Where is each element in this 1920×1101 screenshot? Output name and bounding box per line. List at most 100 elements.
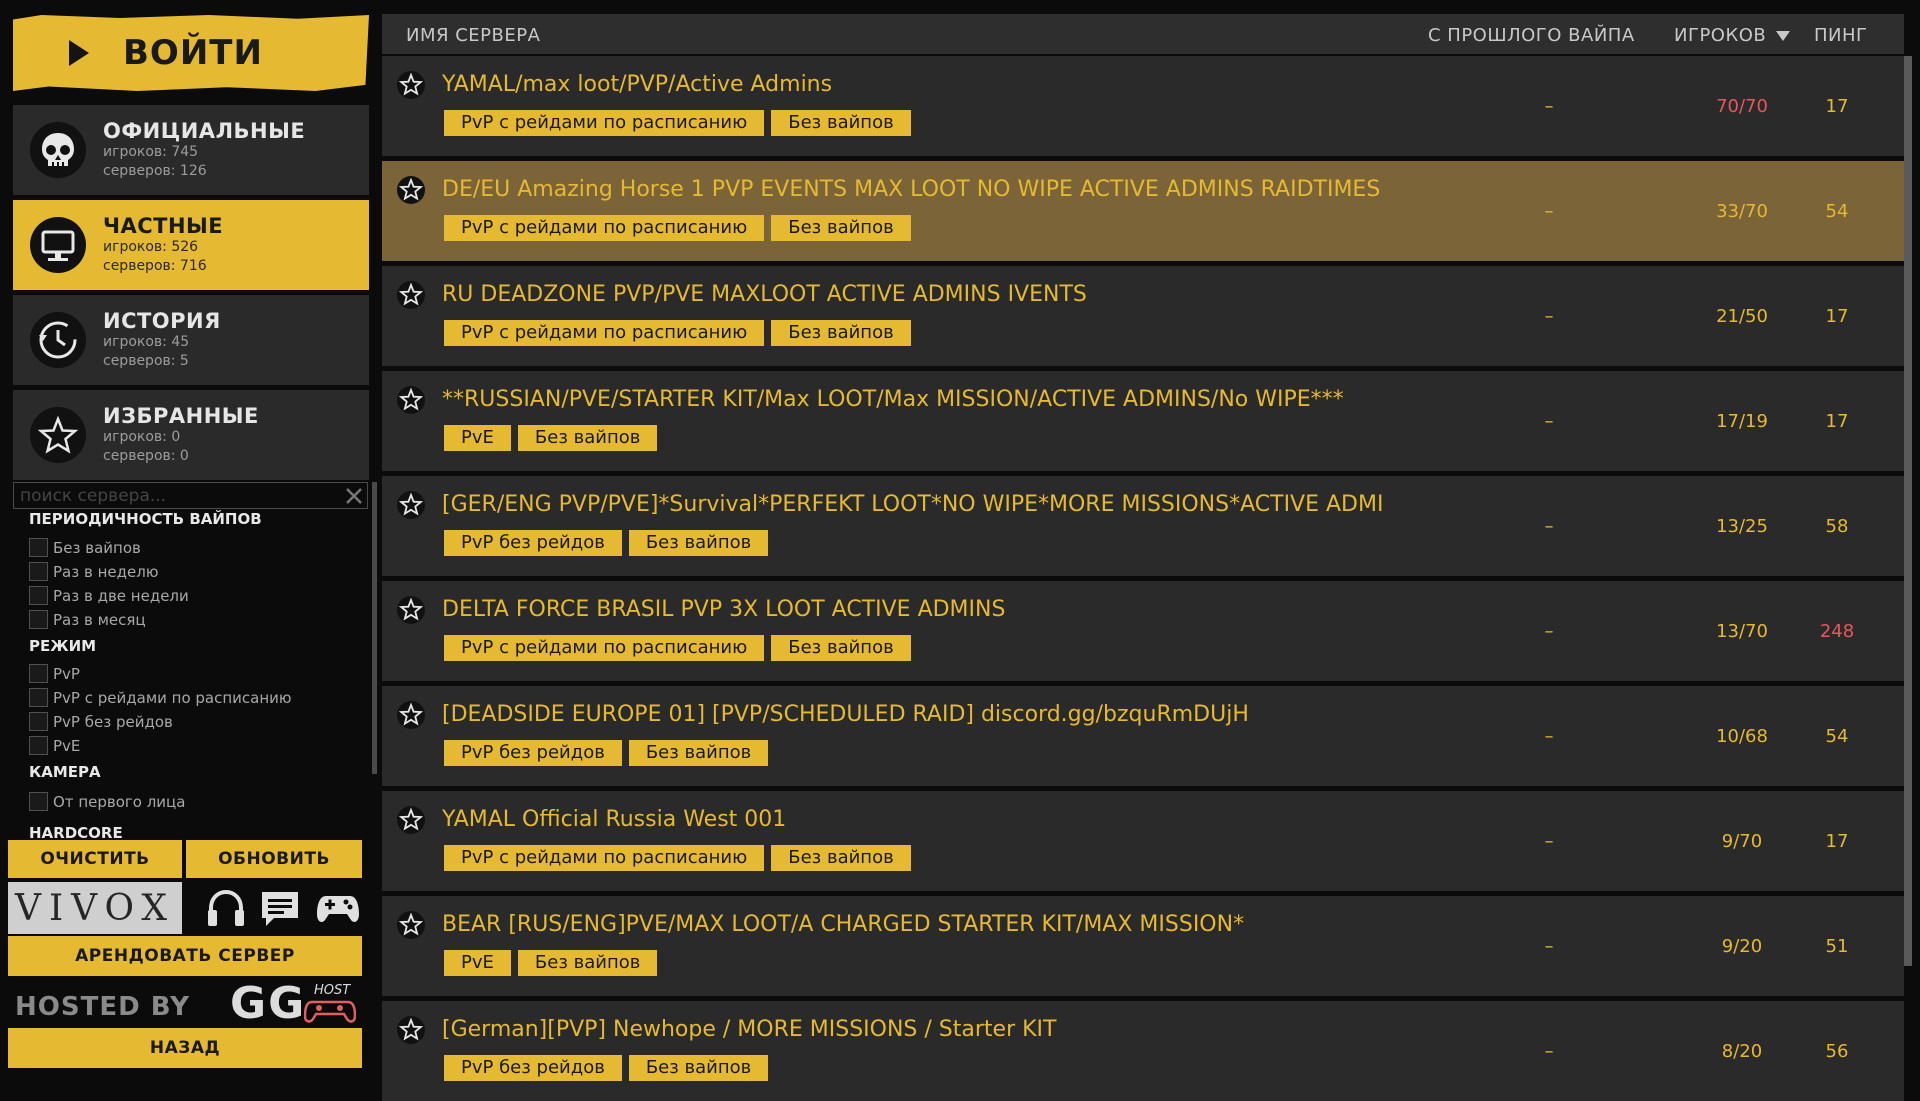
checkbox[interactable] — [29, 664, 48, 683]
favorite-star-icon[interactable] — [396, 910, 426, 940]
server-tag: Без вайпов — [771, 215, 911, 241]
since-wipe-value: – — [1544, 936, 1554, 957]
server-row[interactable]: DELTA FORCE BRASIL PVP 3X LOOT ACTIVE AD… — [382, 581, 1904, 681]
header-ping[interactable]: ПИНГ — [1814, 25, 1868, 46]
favorite-star-icon[interactable] — [396, 490, 426, 520]
filter-checkbox[interactable]: PvP без рейдов — [29, 712, 173, 731]
server-name: RU DEADZONE PVP/PVE MAXLOOT ACTIVE ADMIN… — [442, 282, 1087, 307]
clock-icon — [30, 312, 86, 368]
category-players: игроков: 745 — [103, 144, 199, 160]
filter-scrollbar[interactable] — [372, 482, 377, 774]
vivox-logo: VIVOX — [8, 882, 182, 934]
header-players-label: ИГРОКОВ — [1674, 25, 1767, 46]
rent-server-button[interactable]: АРЕНДОВАТЬ СЕРВЕР — [8, 936, 362, 976]
chat-icon[interactable] — [258, 886, 302, 930]
filter-title-camera: КАМЕРА — [29, 763, 101, 781]
gg-logo: GG — [230, 978, 307, 1029]
server-tags: PvP с рейдами по расписанию Без вайпов — [444, 110, 918, 136]
login-button[interactable]: ВОЙТИ — [13, 15, 369, 91]
server-name: [GER/ENG PVP/PVE]*Survival*PERFEKT LOOT*… — [442, 492, 1384, 517]
filter-title-wipe: ПЕРИОДИЧНОСТЬ ВАЙПОВ — [29, 510, 262, 528]
star-icon — [30, 407, 86, 463]
favorite-star-icon[interactable] — [396, 70, 426, 100]
server-row[interactable]: YAMAL Official Russia West 001 PvP с рейд… — [382, 791, 1904, 891]
players-count: 8/20 — [1721, 1041, 1763, 1062]
headset-icon[interactable] — [204, 886, 248, 930]
favorite-star-icon[interactable] — [396, 175, 426, 205]
filter-label: Раз в месяц — [53, 610, 146, 629]
filter-checkbox[interactable]: Раз в неделю — [29, 562, 158, 581]
server-name: [DEADSIDE EUROPE 01] [PVP/SCHEDULED RAID… — [442, 702, 1249, 727]
server-tags: PvP с рейдами по расписанию Без вайпов — [444, 215, 918, 241]
players-count: 9/70 — [1721, 831, 1763, 852]
back-button[interactable]: НАЗАД — [8, 1028, 362, 1068]
category-private[interactable]: ЧАСТНЫЕ игроков: 526 серверов: 716 — [13, 200, 369, 290]
filter-checkbox[interactable]: Раз в две недели — [29, 586, 189, 605]
checkbox[interactable] — [29, 610, 48, 629]
server-tag: Без вайпов — [771, 320, 911, 346]
filter-checkbox[interactable]: Раз в месяц — [29, 610, 146, 629]
category-official[interactable]: ОФИЦИАЛЬНЫЕ игроков: 745 серверов: 126 — [13, 105, 369, 195]
filter-checkbox[interactable]: Без вайпов — [29, 538, 141, 557]
server-tag: PvP с рейдами по расписанию — [444, 845, 765, 871]
filter-title-mode: РЕЖИМ — [29, 637, 97, 655]
checkbox[interactable] — [29, 562, 48, 581]
login-label: ВОЙТИ — [123, 33, 263, 73]
server-row[interactable]: [DEADSIDE EUROPE 01] [PVP/SCHEDULED RAID… — [382, 686, 1904, 786]
server-tag: Без вайпов — [517, 425, 658, 451]
ping-value: 248 — [1819, 621, 1855, 642]
header-since-wipe[interactable]: С ПРОШЛОГО ВАЙПА — [1428, 25, 1635, 46]
server-row[interactable]: [GER/ENG PVP/PVE]*Survival*PERFEKT LOOT*… — [382, 476, 1904, 576]
category-name: ИЗБРАННЫЕ — [103, 404, 259, 428]
server-row[interactable]: **RUSSIAN/PVE/STARTER KIT/Max LOOT/Max M… — [382, 371, 1904, 471]
list-scrollbar[interactable] — [1904, 56, 1912, 966]
server-row[interactable]: YAMAL/max loot/PVP/Active Admins PvP с ре… — [382, 56, 1904, 156]
favorite-star-icon[interactable] — [396, 385, 426, 415]
host-logo-text: HOST — [314, 983, 351, 998]
favorite-star-icon[interactable] — [396, 700, 426, 730]
header-server-name[interactable]: ИМЯ СЕРВЕРА — [406, 25, 540, 46]
refresh-button[interactable]: ОБНОВИТЬ — [186, 840, 362, 878]
server-tag: PvP без рейдов — [444, 530, 622, 556]
server-tag: PvE — [444, 950, 511, 976]
category-servers: серверов: 5 — [103, 353, 189, 369]
server-name: [German][PVP] Newhope / MORE MISSIONS / … — [442, 1017, 1057, 1042]
checkbox[interactable] — [29, 538, 48, 557]
clear-button[interactable]: ОЧИСТИТЬ — [8, 840, 182, 878]
since-wipe-value: – — [1544, 831, 1554, 852]
category-favorites[interactable]: ИЗБРАННЫЕ игроков: 0 серверов: 0 — [13, 390, 369, 480]
server-tag: Без вайпов — [628, 530, 769, 556]
players-count: 21/50 — [1716, 306, 1768, 327]
checkbox[interactable] — [29, 792, 48, 811]
category-history[interactable]: ИСТОРИЯ игроков: 45 серверов: 5 — [13, 295, 369, 385]
checkbox[interactable] — [29, 688, 48, 707]
server-row[interactable]: BEAR [RUS/ENG]PVE/MAX LOOT/A CHARGED STA… — [382, 896, 1904, 996]
server-row[interactable]: RU DEADZONE PVP/PVE MAXLOOT ACTIVE ADMIN… — [382, 266, 1904, 366]
filters-panel: ПЕРИОДИЧНОСТЬ ВАЙПОВ Без вайпов Раз в не… — [13, 510, 369, 840]
filter-checkbox[interactable]: От первого лица — [29, 792, 185, 811]
favorite-star-icon[interactable] — [396, 1015, 426, 1045]
server-tags: PvP с рейдами по расписанию Без вайпов — [444, 635, 918, 661]
server-row[interactable]: DE/EU Amazing Horse 1 PVP EVENTS MAX LOO… — [382, 161, 1904, 261]
server-row[interactable]: [German][PVP] Newhope / MORE MISSIONS / … — [382, 1001, 1904, 1101]
filter-checkbox[interactable]: PvP с рейдами по расписанию — [29, 688, 292, 707]
checkbox[interactable] — [29, 736, 48, 755]
filter-label: Раз в две недели — [53, 586, 189, 605]
since-wipe-value: – — [1544, 306, 1554, 327]
checkbox[interactable] — [29, 586, 48, 605]
since-wipe-value: – — [1544, 621, 1554, 642]
filter-checkbox[interactable]: PvP — [29, 664, 80, 683]
favorite-star-icon[interactable] — [396, 805, 426, 835]
gamepad-host-logo: HOST — [304, 983, 356, 1023]
filter-checkbox[interactable]: PvE — [29, 736, 80, 755]
favorite-star-icon[interactable] — [396, 280, 426, 310]
gamepad-icon[interactable] — [316, 886, 360, 930]
search-input[interactable] — [13, 482, 368, 509]
close-icon[interactable] — [341, 483, 367, 509]
category-players: игроков: 0 — [103, 429, 181, 445]
checkbox[interactable] — [29, 712, 48, 731]
filter-label: PvE — [53, 736, 81, 755]
favorite-star-icon[interactable] — [396, 595, 426, 625]
header-players[interactable]: ИГРОКОВ — [1674, 25, 1790, 46]
sidebar: ВОЙТИ ОФИЦИАЛЬНЫЕ игроков: 745 серверов:… — [0, 0, 378, 1080]
